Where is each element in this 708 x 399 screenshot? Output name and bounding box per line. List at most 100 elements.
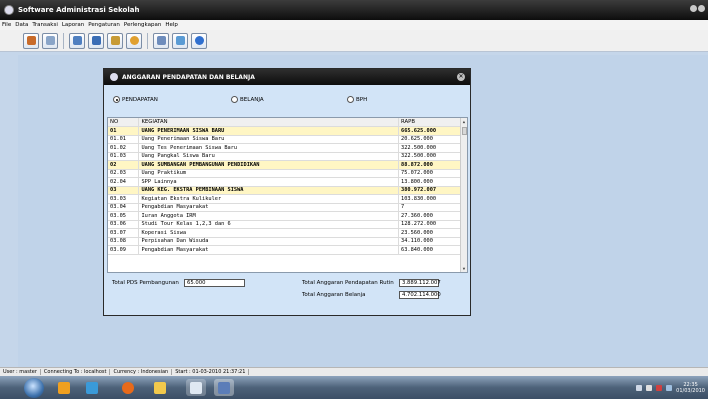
scroll-up-icon[interactable]: ▲ xyxy=(461,118,467,125)
row-kegiatan-cell[interactable]: Uang Tes Penerimaan Siswa Baru xyxy=(138,143,400,153)
dialog-close-icon[interactable]: ✕ xyxy=(457,73,465,81)
row-kegiatan-cell[interactable]: Uang Pangkal Siswa Baru xyxy=(138,152,400,161)
row-rapb-cell[interactable]: 322.500.000 xyxy=(398,152,461,161)
table-row[interactable]: 03.07 Koperasi Siswa 23.560.000 xyxy=(108,228,461,238)
media-player-icon[interactable] xyxy=(54,379,74,396)
row-kegiatan-cell[interactable]: Pengabdian Masyarakat xyxy=(138,245,400,255)
card-icon[interactable] xyxy=(42,32,58,49)
tray-arrow-icon[interactable] xyxy=(636,384,643,391)
row-rapb-cell[interactable]: 380.972.007 xyxy=(398,186,461,195)
power-icon[interactable] xyxy=(666,384,673,391)
app-window-icon[interactable] xyxy=(214,379,234,396)
row-kegiatan-cell[interactable]: Perpisahan Dan Wisuda xyxy=(138,237,400,246)
table-row[interactable]: 01.02 Uang Tes Penerimaan Siswa Baru 322.5… xyxy=(108,143,461,153)
total-pds-field[interactable]: 65.000 xyxy=(184,279,245,287)
table-row[interactable]: 02 UANG SUMBANGAN PEMBANGUNAN PENDIDIKAN 8… xyxy=(108,160,461,170)
row-rapb-cell[interactable]: 88.872.000 xyxy=(398,160,461,170)
vertical-scrollbar[interactable]: ▲ ▼ xyxy=(460,118,467,272)
radio-bph[interactable]: BPH xyxy=(347,96,367,103)
windows-start-icon[interactable] xyxy=(24,378,44,398)
menu-pengaturan[interactable]: Pengaturan xyxy=(88,22,120,28)
radio-button-icon[interactable] xyxy=(113,96,120,103)
row-rapb-cell[interactable]: 103.830.000 xyxy=(398,194,461,204)
row-no-cell[interactable]: 03 xyxy=(108,186,140,195)
row-rapb-cell[interactable]: 20.625.000 xyxy=(398,135,461,144)
network-icon[interactable] xyxy=(88,32,104,49)
row-kegiatan-cell[interactable]: Studi Tour Kelas 1,2,3 dan 6 xyxy=(138,220,400,229)
row-rapb-cell[interactable]: 75.072.000 xyxy=(398,169,461,178)
edit-icon[interactable] xyxy=(153,32,169,49)
row-no-cell[interactable]: 02.04 xyxy=(108,177,140,187)
row-rapb-cell[interactable]: 7 xyxy=(398,203,461,212)
network-app-icon[interactable] xyxy=(82,379,102,396)
row-no-cell[interactable]: 01.03 xyxy=(108,152,140,161)
row-no-cell[interactable]: 03.03 xyxy=(108,194,140,204)
row-no-cell[interactable]: 01.01 xyxy=(108,135,140,144)
menu-transaksi[interactable]: Transaksi xyxy=(32,22,57,28)
row-no-cell[interactable]: 03.08 xyxy=(108,237,140,246)
budget-table[interactable]: NO KEGIATAN RAPB 01 UANG PENERIMAAN SISWA… xyxy=(107,117,468,273)
total-belanja-field[interactable]: 4.702.114.000 xyxy=(399,291,441,299)
table-row[interactable]: 02.03 Uang Praktikum 75.072.000 xyxy=(108,169,461,178)
close-icon[interactable] xyxy=(698,5,705,12)
firefox-icon[interactable] xyxy=(118,379,138,396)
table-row[interactable]: 03.05 Iuran Anggota IRM 27.360.000 xyxy=(108,211,461,221)
table-row[interactable]: 01 UANG PENERIMAAN SISWA BARU 665.625.000 xyxy=(108,126,461,136)
row-kegiatan-cell[interactable]: Koperasi Siswa xyxy=(138,228,400,238)
column-header-no[interactable]: NO xyxy=(108,118,140,127)
row-kegiatan-cell[interactable]: UANG PENERIMAAN SISWA BARU xyxy=(138,126,400,136)
row-rapb-cell[interactable]: 34.110.000 xyxy=(398,237,461,246)
row-kegiatan-cell[interactable]: Uang Penerimaan Siswa Baru xyxy=(138,135,400,144)
row-no-cell[interactable]: 03.09 xyxy=(108,245,140,255)
table-row[interactable]: 01.03 Uang Pangkal Siswa Baru 322.500.000 xyxy=(108,152,461,161)
row-rapb-cell[interactable]: 63.840.000 xyxy=(398,245,461,255)
column-header-rapb[interactable]: RAPB xyxy=(398,118,461,127)
row-kegiatan-cell[interactable]: Iuran Anggota IRM xyxy=(138,211,400,221)
row-no-cell[interactable]: 02 xyxy=(108,160,140,170)
table-row[interactable]: 02.04 SPP Lainnya 13.800.000 xyxy=(108,177,461,187)
row-kegiatan-cell[interactable]: UANG KEG. EKSTRA PEMBINAAN SISWA xyxy=(138,186,400,195)
user-icon[interactable] xyxy=(23,32,39,49)
total-rutin-field[interactable]: 3.889.112.007 xyxy=(399,279,441,287)
row-rapb-cell[interactable]: 322.500.000 xyxy=(398,143,461,153)
radio-pendapatan[interactable]: PENDAPATAN xyxy=(113,96,158,103)
row-kegiatan-cell[interactable]: Kegiatan Ekstra Kulikuler xyxy=(138,194,400,204)
table-row[interactable]: 03 UANG KEG. EKSTRA PEMBINAAN SISWA 380.97… xyxy=(108,186,461,195)
row-kegiatan-cell[interactable]: UANG SUMBANGAN PEMBANGUNAN PENDIDIKAN xyxy=(138,160,400,170)
scroll-thumb[interactable] xyxy=(462,127,467,135)
menu-help[interactable]: Help xyxy=(165,22,178,28)
coins-icon[interactable] xyxy=(107,32,123,49)
table-row[interactable]: 03.08 Perpisahan Dan Wisuda 34.110.000 xyxy=(108,237,461,246)
book-icon[interactable] xyxy=(69,32,85,49)
row-rapb-cell[interactable]: 23.560.000 xyxy=(398,228,461,238)
clock[interactable]: 22:35 01/03/2010 xyxy=(676,382,705,394)
row-no-cell[interactable]: 03.05 xyxy=(108,211,140,221)
menu-perlengkapan[interactable]: Perlengkapan xyxy=(124,22,161,28)
folder-icon[interactable] xyxy=(150,379,170,396)
row-no-cell[interactable]: 01.02 xyxy=(108,143,140,153)
row-kegiatan-cell[interactable]: SPP Lainnya xyxy=(138,177,400,187)
network-status-icon[interactable] xyxy=(656,384,663,391)
scroll-down-icon[interactable]: ▼ xyxy=(461,265,467,272)
volume-icon[interactable] xyxy=(646,384,653,391)
minimize-icon[interactable] xyxy=(690,5,697,12)
row-no-cell[interactable]: 03.07 xyxy=(108,228,140,238)
column-header-kegiatan[interactable]: KEGIATAN xyxy=(138,118,400,127)
row-no-cell[interactable]: 03.04 xyxy=(108,203,140,212)
row-no-cell[interactable]: 02.03 xyxy=(108,169,140,178)
menu-laporan[interactable]: Laporan xyxy=(62,22,84,28)
radio-button-icon[interactable] xyxy=(347,96,354,103)
menu-data[interactable]: Data xyxy=(15,22,28,28)
table-row[interactable]: 03.09 Pengabdian Masyarakat 63.840.000 xyxy=(108,245,461,255)
help-icon[interactable] xyxy=(191,32,207,49)
row-kegiatan-cell[interactable]: Uang Praktikum xyxy=(138,169,400,178)
row-rapb-cell[interactable]: 13.800.000 xyxy=(398,177,461,187)
radio-belanja[interactable]: BELANJA xyxy=(231,96,264,103)
row-rapb-cell[interactable]: 128.272.000 xyxy=(398,220,461,229)
row-rapb-cell[interactable]: 665.625.000 xyxy=(398,126,461,136)
table-row[interactable]: 01.01 Uang Penerimaan Siswa Baru 20.625.00… xyxy=(108,135,461,144)
table-row[interactable]: 03.03 Kegiatan Ekstra Kulikuler 103.830.00… xyxy=(108,194,461,204)
calculator-icon[interactable] xyxy=(186,379,206,396)
menu-file[interactable]: File xyxy=(2,22,11,28)
tools-icon[interactable] xyxy=(172,32,188,49)
